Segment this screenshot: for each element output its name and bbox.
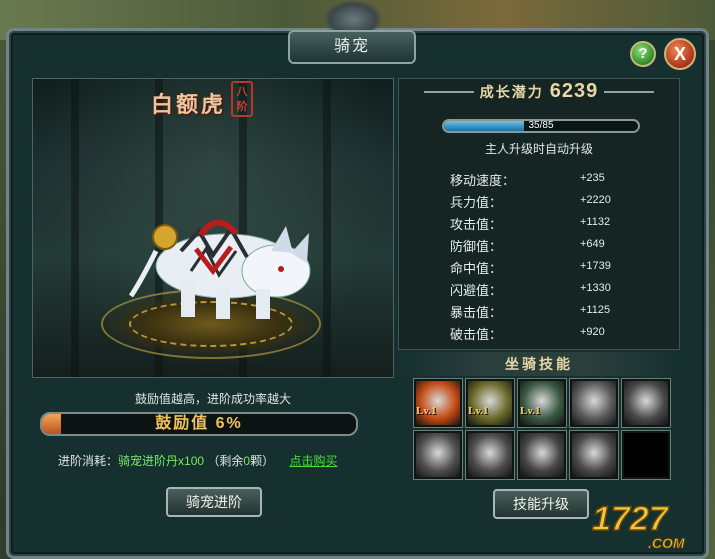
skill-slot[interactable]: [621, 378, 671, 428]
skill-slot[interactable]: [413, 430, 463, 480]
stat-value: +1125: [580, 304, 611, 316]
skill-level: Lv.1: [520, 405, 541, 417]
svg-text:1727: 1727: [592, 500, 670, 538]
advance-cost-item: 骑宠进阶丹x100: [118, 454, 205, 468]
svg-text:.COM: .COM: [648, 535, 685, 551]
white-tiger-model: [128, 219, 311, 319]
stat-value: +1330: [580, 282, 611, 294]
advance-cost-label: 进阶消耗：: [58, 454, 119, 468]
remaining-suffix: 颗）: [250, 454, 275, 468]
stat-row: 攻击值： +1132: [450, 214, 650, 236]
stat-value: +2220: [580, 194, 611, 206]
stat-row: 破击值： +920: [450, 324, 650, 346]
stat-name: 命中值：: [450, 261, 503, 276]
site-watermark-logo: 1727 .COM: [591, 499, 685, 551]
ghost-skill-icon: [572, 381, 616, 425]
beast-skill-icon: [468, 381, 512, 425]
wolf-skill-icon: [520, 381, 564, 425]
growth-deco-right: [604, 91, 654, 93]
close-button[interactable]: X: [664, 38, 696, 70]
skill-slot[interactable]: [465, 430, 515, 480]
growth-deco-left: [424, 91, 474, 93]
stat-row: 命中值： +1739: [450, 258, 650, 280]
auto-level-note: 主人升级时自动升级: [484, 142, 593, 156]
skill-slot[interactable]: [569, 430, 619, 480]
buy-link[interactable]: 点击购买: [289, 454, 337, 468]
skill-slot[interactable]: [569, 378, 619, 428]
rider-skill-icon: [468, 433, 512, 477]
stat-row: 兵力值： +2220: [450, 192, 650, 214]
advance-cost-row: 进阶消耗：骑宠进阶丹x100 （剩余0颗） 点击购买: [58, 452, 337, 469]
skill-header: 坐骑技能: [398, 352, 680, 376]
stat-value: +1132: [580, 216, 611, 228]
inspire-hint: 鼓励值越高，进阶成功率越大: [134, 392, 291, 406]
rank-seal: 八 阶: [231, 81, 253, 117]
skill-slot[interactable]: [517, 430, 567, 480]
skill-slot[interactable]: Lv.1: [413, 378, 463, 428]
skill-slot[interactable]: Lv.1: [465, 378, 515, 428]
stat-value: +1739: [580, 260, 611, 272]
rank-seal-char: 阶: [236, 101, 248, 113]
window-crest: [324, 0, 382, 32]
stat-name: 暴击值：: [450, 305, 503, 320]
stat-name: 移动速度：: [450, 173, 516, 188]
charge-skill-icon: [416, 433, 460, 477]
stat-row: 防御值： +649: [450, 236, 650, 258]
stat-name: 破击值：: [450, 327, 503, 342]
growth-value: 6239: [549, 80, 599, 102]
rank-seal-char: 八: [236, 86, 248, 98]
skill-slot-empty: [621, 430, 671, 480]
growth-label: 成长潜力: [479, 84, 544, 100]
skill-grid: Lv.1 Lv.1 Lv.1: [413, 378, 671, 482]
pet-display-panel: 白额虎 八 阶: [32, 78, 394, 378]
spirit-skill-icon: [572, 433, 616, 477]
skill-slot[interactable]: Lv.1: [517, 378, 567, 428]
stat-name: 防御值：: [450, 239, 503, 254]
help-button[interactable]: ?: [630, 41, 656, 67]
inspire-progress-label: 鼓励值 6%: [155, 415, 243, 432]
skill-upgrade-button[interactable]: 技能升级: [493, 489, 589, 519]
stat-name: 闪避值：: [450, 283, 503, 298]
skill-level: Lv.1: [468, 405, 489, 417]
growth-potential: 成长潜力 6239: [398, 80, 680, 104]
empty-slot: [624, 433, 668, 477]
remaining-prefix: （剩余: [207, 454, 244, 468]
stat-value: +235: [580, 172, 605, 184]
stat-value: +920: [580, 326, 605, 338]
pet-name: 白额虎: [151, 92, 227, 117]
howl-skill-icon: [520, 433, 564, 477]
skill-title: 坐骑技能: [505, 356, 573, 372]
stat-list: 移动速度： +235 兵力值： +2220 攻击值： +1132 防御值： +649 命…: [450, 170, 650, 346]
advance-button[interactable]: 骑宠进阶: [166, 487, 262, 517]
skill-level: Lv.1: [416, 405, 437, 417]
stat-value: +649: [580, 238, 605, 250]
stat-row: 闪避值： +1330: [450, 280, 650, 302]
stat-name: 兵力值：: [450, 195, 503, 210]
stat-row: 移动速度： +235: [450, 170, 650, 192]
stat-name: 攻击值：: [450, 217, 503, 232]
stat-row: 暴击值： +1125: [450, 302, 650, 324]
window-title: 骑宠: [288, 30, 416, 64]
exp-progress-text: 35/85: [528, 120, 554, 131]
tiger-roar-skill-icon: [624, 381, 668, 425]
fire-skill-icon: [416, 381, 460, 425]
